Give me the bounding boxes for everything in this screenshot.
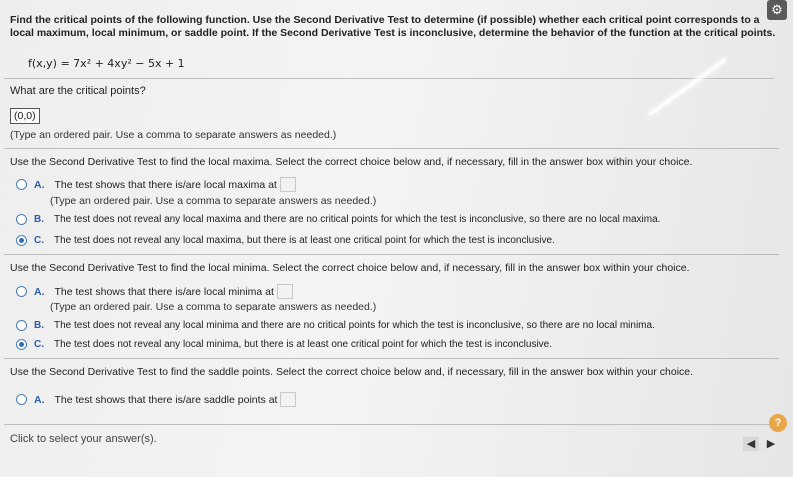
maxima-choice-a[interactable]: A. The test shows that there is/are loca… (16, 177, 296, 192)
choice-text: The test does not reveal any local maxim… (54, 214, 661, 225)
minima-hint: (Type an ordered pair. Use a comma to se… (50, 301, 377, 313)
maxima-answer-box[interactable] (279, 177, 296, 192)
minima-choice-b[interactable]: B. The test does not reveal any local mi… (16, 320, 655, 331)
function-expression: f(x,y) = 7x² + 4xy² − 5x + 1 (28, 57, 185, 70)
minima-choice-c[interactable]: C. The test does not reveal any local mi… (16, 339, 552, 350)
divider (4, 358, 779, 359)
choice-letter: B. (34, 214, 44, 225)
critical-points-prompt: What are the critical points? (10, 85, 146, 97)
maxima-choice-b[interactable]: B. The test does not reveal any local ma… (16, 214, 660, 225)
choice-text: The test does not reveal any local minim… (54, 320, 655, 331)
saddle-answer-box[interactable] (280, 392, 297, 407)
next-arrow-icon[interactable]: ▶ (763, 437, 779, 451)
saddle-prompt: Use the Second Derivative Test to find t… (10, 366, 694, 378)
radio-button[interactable] (16, 394, 27, 405)
minima-prompt: Use the Second Derivative Test to find t… (10, 262, 690, 274)
choice-letter: A. (34, 178, 45, 191)
footer-instruction: Click to select your answer(s). (10, 433, 157, 445)
divider (4, 148, 779, 149)
choice-letter: C. (34, 235, 44, 246)
maxima-choice-c[interactable]: C. The test does not reveal any local ma… (16, 235, 555, 246)
critical-points-answer-field[interactable]: (0,0) (10, 108, 40, 124)
divider (4, 424, 779, 425)
radio-button[interactable] (16, 179, 27, 190)
radio-button-selected[interactable] (16, 339, 27, 350)
radio-button-selected[interactable] (16, 235, 27, 246)
saddle-choice-a[interactable]: A. The test shows that there is/are sadd… (16, 392, 297, 407)
divider (4, 254, 779, 255)
critical-points-hint: (Type an ordered pair. Use a comma to se… (10, 129, 337, 141)
divider (4, 78, 774, 79)
question-text: Find the critical points of the followin… (10, 14, 776, 39)
prev-arrow-icon[interactable]: ◀ (743, 437, 759, 451)
choice-letter: A. (34, 393, 45, 406)
choice-text: The test shows that there is/are local m… (54, 178, 277, 191)
help-icon[interactable]: ? (769, 414, 787, 432)
radio-button[interactable] (16, 214, 27, 225)
choice-text: The test does not reveal any local maxim… (54, 235, 555, 246)
maxima-prompt: Use the Second Derivative Test to find t… (10, 156, 693, 168)
minima-answer-box[interactable] (276, 284, 293, 299)
minima-choice-a[interactable]: A. The test shows that there is/are loca… (16, 284, 293, 299)
radio-button[interactable] (16, 286, 27, 297)
choice-letter: A. (34, 285, 45, 298)
choice-text: The test shows that there is/are saddle … (54, 393, 278, 406)
screen-glare (647, 57, 728, 117)
choice-text: The test shows that there is/are local m… (54, 285, 274, 298)
question-page: ⚙ Find the critical points of the follow… (0, 0, 793, 477)
choice-letter: B. (34, 320, 44, 331)
radio-button[interactable] (16, 320, 27, 331)
maxima-hint: (Type an ordered pair. Use a comma to se… (50, 195, 377, 207)
choice-text: The test does not reveal any local minim… (54, 339, 553, 350)
choice-letter: C. (34, 339, 44, 350)
